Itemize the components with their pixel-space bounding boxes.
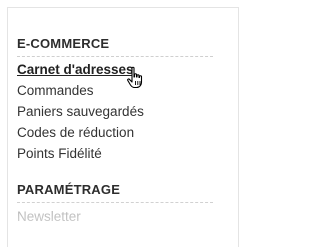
- menu-item-codes-reduction[interactable]: Codes de réduction: [17, 122, 144, 143]
- menu-item-commandes[interactable]: Commandes: [17, 80, 144, 101]
- hand-pointer-icon: [126, 66, 146, 90]
- section-title-parametrage: PARAMÉTRAGE: [17, 182, 213, 203]
- section-title-ecommerce: E-COMMERCE: [17, 36, 213, 57]
- menu-item-points-fidelite[interactable]: Points Fidélité: [17, 143, 144, 164]
- menu-item-carnet-adresses[interactable]: Carnet d'adresses: [17, 59, 144, 80]
- parametrage-menu: Newsletter: [17, 206, 81, 227]
- menu-item-newsletter[interactable]: Newsletter: [17, 206, 81, 227]
- menu-item-paniers-sauvegardes[interactable]: Paniers sauvegardés: [17, 101, 144, 122]
- ecommerce-menu: Carnet d'adresses Commandes Paniers sauv…: [17, 59, 144, 164]
